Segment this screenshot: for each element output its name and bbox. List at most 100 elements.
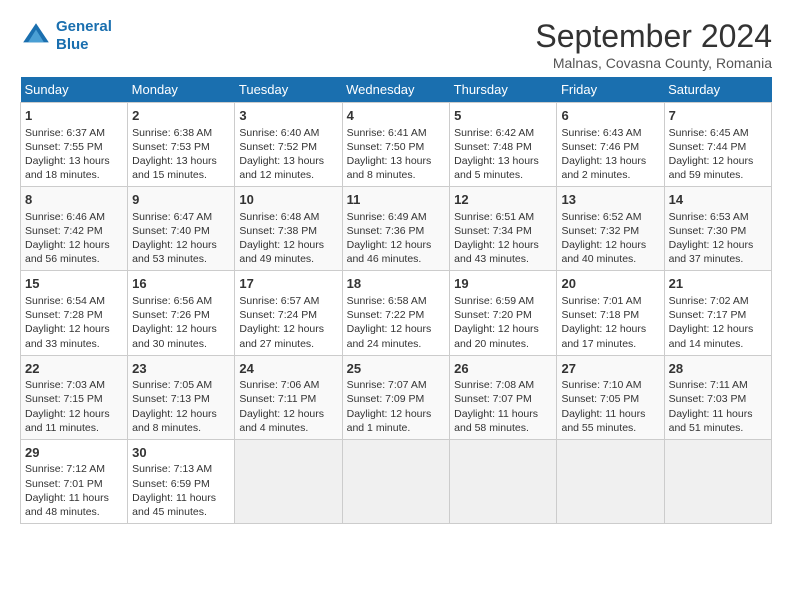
logo: General Blue <box>20 18 112 54</box>
day-number: 28 <box>669 360 767 378</box>
daylight: Daylight: 13 hours and 2 minutes. <box>561 155 646 181</box>
day-number: 20 <box>561 275 659 293</box>
day-number: 27 <box>561 360 659 378</box>
sunset: Sunset: 7:34 PM <box>454 225 532 237</box>
day-cell: 1Sunrise: 6:37 AMSunset: 7:55 PMDaylight… <box>21 103 128 187</box>
logo-line2: Blue <box>56 36 89 53</box>
day-number: 19 <box>454 275 552 293</box>
sunrise: Sunrise: 6:56 AM <box>132 295 212 307</box>
sunset: Sunset: 7:50 PM <box>347 141 425 153</box>
sunset: Sunset: 7:24 PM <box>239 309 317 321</box>
sunrise: Sunrise: 7:13 AM <box>132 463 212 475</box>
day-cell: 9Sunrise: 6:47 AMSunset: 7:40 PMDaylight… <box>128 187 235 271</box>
sunset: Sunset: 7:20 PM <box>454 309 532 321</box>
day-cell: 27Sunrise: 7:10 AMSunset: 7:05 PMDayligh… <box>557 355 664 439</box>
day-cell: 2Sunrise: 6:38 AMSunset: 7:53 PMDaylight… <box>128 103 235 187</box>
day-number: 8 <box>25 191 123 209</box>
daylight: Daylight: 12 hours and 27 minutes. <box>239 323 324 349</box>
day-number: 3 <box>239 107 337 125</box>
day-cell: 6Sunrise: 6:43 AMSunset: 7:46 PMDaylight… <box>557 103 664 187</box>
sunset: Sunset: 7:03 PM <box>669 393 747 405</box>
day-cell: 13Sunrise: 6:52 AMSunset: 7:32 PMDayligh… <box>557 187 664 271</box>
sunset: Sunset: 7:36 PM <box>347 225 425 237</box>
day-number: 13 <box>561 191 659 209</box>
day-cell: 3Sunrise: 6:40 AMSunset: 7:52 PMDaylight… <box>235 103 342 187</box>
day-header-thursday: Thursday <box>450 77 557 103</box>
day-cell <box>557 439 664 523</box>
week-row: 29Sunrise: 7:12 AMSunset: 7:01 PMDayligh… <box>21 439 772 523</box>
daylight: Daylight: 12 hours and 46 minutes. <box>347 239 432 265</box>
daylight: Daylight: 12 hours and 33 minutes. <box>25 323 110 349</box>
sunset: Sunset: 7:53 PM <box>132 141 210 153</box>
day-number: 15 <box>25 275 123 293</box>
sunrise: Sunrise: 6:41 AM <box>347 127 427 139</box>
daylight: Daylight: 11 hours and 51 minutes. <box>669 408 753 434</box>
sunset: Sunset: 7:15 PM <box>25 393 103 405</box>
day-number: 2 <box>132 107 230 125</box>
sunrise: Sunrise: 6:47 AM <box>132 211 212 223</box>
day-number: 26 <box>454 360 552 378</box>
sunset: Sunset: 7:17 PM <box>669 309 747 321</box>
sunrise: Sunrise: 6:38 AM <box>132 127 212 139</box>
week-row: 8Sunrise: 6:46 AMSunset: 7:42 PMDaylight… <box>21 187 772 271</box>
day-cell: 26Sunrise: 7:08 AMSunset: 7:07 PMDayligh… <box>450 355 557 439</box>
sunrise: Sunrise: 7:06 AM <box>239 379 319 391</box>
day-number: 10 <box>239 191 337 209</box>
daylight: Daylight: 13 hours and 18 minutes. <box>25 155 110 181</box>
page-container: General Blue September 2024 Malnas, Cova… <box>0 0 792 534</box>
sunrise: Sunrise: 6:51 AM <box>454 211 534 223</box>
day-number: 22 <box>25 360 123 378</box>
day-cell: 10Sunrise: 6:48 AMSunset: 7:38 PMDayligh… <box>235 187 342 271</box>
sunset: Sunset: 7:52 PM <box>239 141 317 153</box>
day-number: 12 <box>454 191 552 209</box>
sunset: Sunset: 7:55 PM <box>25 141 103 153</box>
sunrise: Sunrise: 6:37 AM <box>25 127 105 139</box>
day-cell: 12 Sunrise: 6:51 AM Sunset: 7:34 PM Dayligh… <box>450 187 557 271</box>
sunset: Sunset: 7:46 PM <box>561 141 639 153</box>
sunset: Sunset: 7:48 PM <box>454 141 532 153</box>
sunrise: Sunrise: 7:02 AM <box>669 295 749 307</box>
day-cell: 28Sunrise: 7:11 AMSunset: 7:03 PMDayligh… <box>664 355 771 439</box>
daylight: Daylight: 12 hours and 59 minutes. <box>669 155 754 181</box>
title-block: September 2024 Malnas, Covasna County, R… <box>535 18 772 71</box>
day-number: 21 <box>669 275 767 293</box>
day-number: 23 <box>132 360 230 378</box>
day-number: 9 <box>132 191 230 209</box>
day-number: 25 <box>347 360 446 378</box>
sunrise: Sunrise: 7:08 AM <box>454 379 534 391</box>
daylight: Daylight: 11 hours and 55 minutes. <box>561 408 645 434</box>
day-cell: 23Sunrise: 7:05 AMSunset: 7:13 PMDayligh… <box>128 355 235 439</box>
sunset: Sunset: 7:07 PM <box>454 393 532 405</box>
daylight: Daylight: 12 hours and 24 minutes. <box>347 323 432 349</box>
week-row: 22Sunrise: 7:03 AM Sunset: 7:15 PM Dayligh… <box>21 355 772 439</box>
sunset: Sunset: 7:18 PM <box>561 309 639 321</box>
day-cell: 22Sunrise: 7:03 AMSunset: 7:15 PMDayligh… <box>21 355 128 439</box>
daylight: Daylight: 13 hours and 5 minutes. <box>454 155 539 181</box>
sunset: Sunset: 7:01 PM <box>25 478 103 490</box>
day-header-monday: Monday <box>128 77 235 103</box>
day-cell: 15Sunrise: 6:54 AMSunset: 7:28 PMDayligh… <box>21 271 128 355</box>
sunrise: Sunrise: 7:03 AM <box>25 379 105 391</box>
daylight: Daylight: 12 hours and 49 minutes. <box>239 239 324 265</box>
daylight: Daylight: 12 hours and 43 minutes. <box>454 239 539 265</box>
daylight: Daylight: 12 hours and 40 minutes. <box>561 239 646 265</box>
day-cell: 8Sunrise: 6:46 AMSunset: 7:42 PMDaylight… <box>21 187 128 271</box>
day-header-friday: Friday <box>557 77 664 103</box>
daylight: Daylight: 12 hours and 56 minutes. <box>25 239 110 265</box>
daylight: Daylight: 12 hours and 53 minutes. <box>132 239 217 265</box>
sunrise: Sunrise: 6:58 AM <box>347 295 427 307</box>
day-cell: 19Sunrise: 6:59 AMSunset: 7:20 PMDayligh… <box>450 271 557 355</box>
sunset: Sunset: 7:44 PM <box>669 141 747 153</box>
daylight: Daylight: 11 hours and 48 minutes. <box>25 492 109 518</box>
day-cell <box>450 439 557 523</box>
daylight: Daylight: 12 hours and 4 minutes. <box>239 408 324 434</box>
day-cell: 18Sunrise: 6:58 AMSunset: 7:22 PMDayligh… <box>342 271 450 355</box>
sunrise: Sunrise: 6:53 AM <box>669 211 749 223</box>
day-cell: 5Sunrise: 6:42 AMSunset: 7:48 PMDaylight… <box>450 103 557 187</box>
day-number: 5 <box>454 107 552 125</box>
sunset: Sunset: 7:38 PM <box>239 225 317 237</box>
sunrise: Sunrise: 6:57 AM <box>239 295 319 307</box>
day-header-saturday: Saturday <box>664 77 771 103</box>
daylight: Daylight: 12 hours and 17 minutes. <box>561 323 646 349</box>
logo-icon <box>20 20 52 52</box>
